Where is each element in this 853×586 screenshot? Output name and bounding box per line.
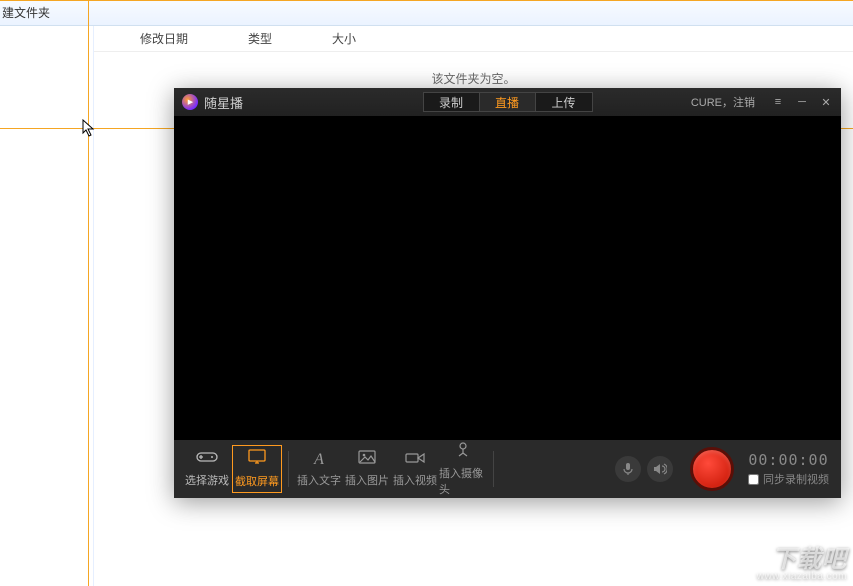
titlebar[interactable]: 随星播 录制 直播 上传 CURE，注销 ≡ ─ ✕ [174, 88, 841, 116]
camera-icon [455, 441, 471, 462]
col-mod-date[interactable]: 修改日期 [140, 30, 188, 47]
insert-text-button[interactable]: A 插入文字 [295, 445, 343, 493]
user-logout-link[interactable]: CURE，注销 [691, 94, 755, 110]
gamepad-icon [196, 450, 218, 469]
separator [288, 451, 289, 487]
menu-icon[interactable]: ≡ [771, 96, 785, 108]
select-game-label: 选择游戏 [185, 472, 229, 488]
preview-canvas[interactable] [174, 116, 841, 440]
speaker-icon [653, 463, 667, 475]
mode-tabs: 录制 直播 上传 [423, 92, 593, 112]
insert-camera-label: 插入摄像头 [439, 465, 487, 497]
col-type[interactable]: 类型 [248, 30, 272, 47]
minimize-icon[interactable]: ─ [795, 96, 809, 108]
insert-text-label: 插入文字 [297, 472, 341, 488]
record-button[interactable] [690, 447, 734, 491]
mic-button[interactable] [615, 456, 641, 482]
explorer-toolbar: 建文件夹 [0, 0, 853, 26]
site-watermark: 下载吧 www.xiazaiba.com [757, 548, 847, 582]
watermark-main: 下载吧 [772, 548, 847, 572]
app-title: 随星播 [204, 93, 243, 112]
insert-video-label: 插入视频 [393, 472, 437, 488]
bottom-toolbar: 选择游戏 截取屏幕 A 插入文字 插入图片 插入视频 [174, 440, 841, 498]
suixingbo-app-window: 随星播 录制 直播 上传 CURE，注销 ≡ ─ ✕ 选择游戏 截取屏幕 [174, 88, 841, 498]
mouse-cursor-icon [82, 119, 96, 137]
explorer-columns[interactable]: 修改日期 类型 大小 [94, 26, 853, 52]
text-icon: A [314, 451, 324, 469]
sync-record-checkbox[interactable] [748, 474, 759, 485]
close-icon[interactable]: ✕ [819, 96, 833, 109]
select-game-button[interactable]: 选择游戏 [182, 445, 232, 493]
new-folder-text[interactable]: 建文件夹 [2, 4, 50, 21]
mic-icon [623, 462, 633, 476]
video-icon [405, 451, 425, 469]
separator [493, 451, 494, 487]
explorer-nav-pane [0, 26, 94, 586]
monitor-icon [247, 449, 267, 470]
insert-camera-button[interactable]: 插入摄像头 [439, 445, 487, 493]
insert-video-button[interactable]: 插入视频 [391, 445, 439, 493]
insert-image-label: 插入图片 [345, 472, 389, 488]
sync-record-label: 同步录制视频 [763, 471, 829, 487]
capture-screen-button[interactable]: 截取屏幕 [232, 445, 282, 493]
sync-record-option[interactable]: 同步录制视频 [748, 471, 829, 487]
tab-record[interactable]: 录制 [424, 93, 480, 111]
timer-display: 00:00:00 [748, 451, 828, 469]
capture-screen-label: 截取屏幕 [235, 473, 279, 489]
tab-upload[interactable]: 上传 [536, 93, 592, 111]
app-logo-icon [182, 94, 198, 110]
col-size[interactable]: 大小 [332, 30, 356, 47]
folder-empty-message: 该文件夹为空。 [94, 70, 853, 87]
image-icon [358, 450, 376, 469]
speaker-button[interactable] [647, 456, 673, 482]
insert-image-button[interactable]: 插入图片 [343, 445, 391, 493]
tab-live[interactable]: 直播 [480, 93, 536, 111]
watermark-sub: www.xiazaiba.com [757, 572, 847, 582]
